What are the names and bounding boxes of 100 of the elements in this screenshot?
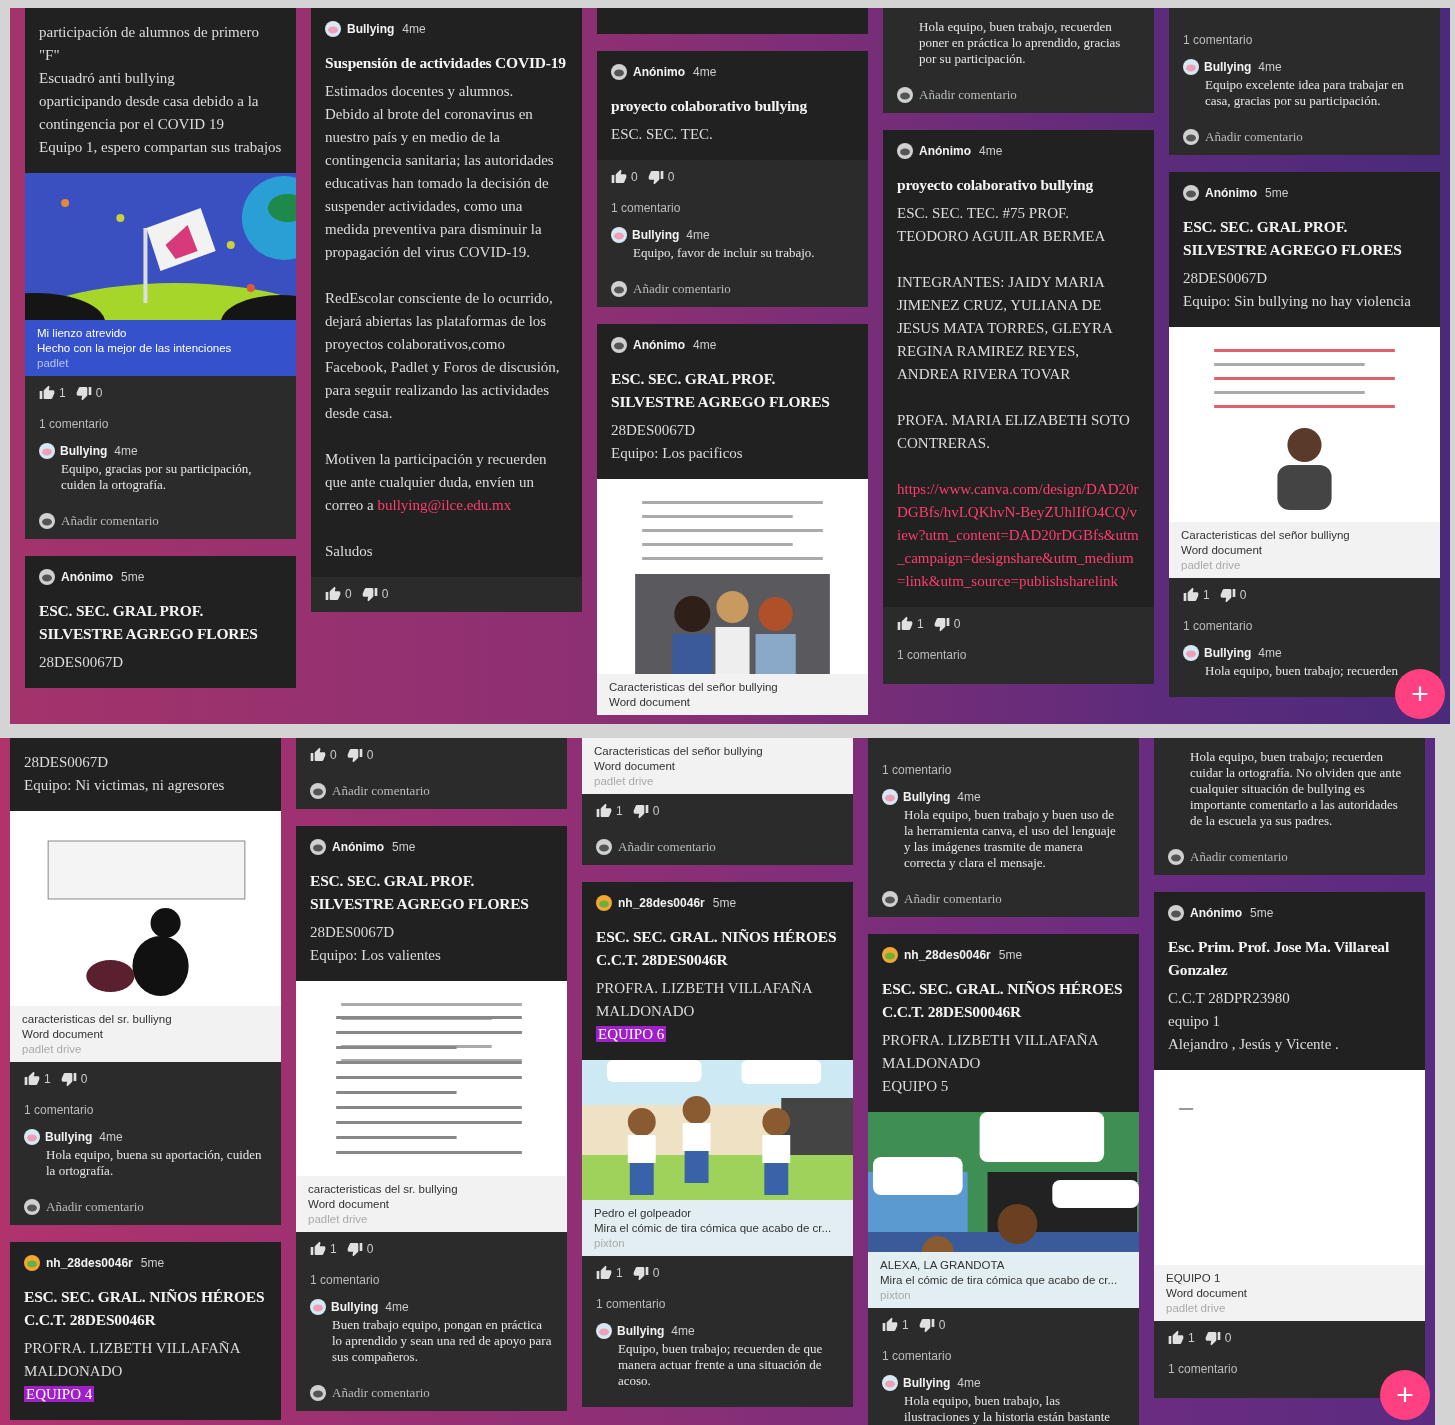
link[interactable]: bullying@ilce.edu.mx xyxy=(377,497,512,513)
post-text: PROFRA. LIZBETH VILLAFAÑA MALDONADO xyxy=(24,1339,241,1381)
dislike-button[interactable]: 0 xyxy=(632,1265,660,1281)
like-button[interactable]: 1 xyxy=(596,1265,623,1281)
add-comment-button[interactable]: Añadir comentario xyxy=(1168,849,1288,865)
add-comment-button[interactable]: Añadir comentario xyxy=(897,87,1017,103)
post-text: 28DES0067D xyxy=(1183,269,1269,288)
comment-time: 4me xyxy=(1258,646,1282,660)
post-time: 5me xyxy=(998,948,1023,962)
author-name: Anónimo xyxy=(61,570,113,584)
thumbs-down-icon xyxy=(933,616,950,632)
post-time: 5me xyxy=(140,1256,165,1270)
comment-text: Hola equipo, buen trabajo; recuerden cuidar la ortografía. No olviden que ante cualquier situación de bullying es importante comentarlo a las autoridades de la escuela ya sus padres. xyxy=(1190,749,1403,829)
comment-text: Hola equipo, buen trabajo y buen uso de la herramienta canva, el uso del lenguaje y las imágenes trasmite de manera correcta y clara el mensaje. xyxy=(904,807,1117,871)
dislike-button[interactable]: 0 xyxy=(346,1241,374,1257)
dislike-button[interactable]: 0 xyxy=(1219,587,1247,603)
comment-time: 4me xyxy=(99,1130,123,1144)
attachment-caption[interactable]: caracteristicas del sr. bulliyng Word document padlet drive xyxy=(10,1006,281,1062)
attachment-caption[interactable]: Pedro el golpeador Mira el cómic de tira cómica que acabo de cr... pixton xyxy=(582,1200,853,1256)
attachment-source: padlet drive xyxy=(594,774,655,789)
post-text: RedEscolar consciente de lo ocurrido, dejará abiertas las plataformas de los proyectos colaborativos,como Facebook, Padlet y Foros de discusión, para seguir realizando las actividades desde casa. xyxy=(325,289,561,423)
add-comment-button[interactable]: Añadir comentario xyxy=(596,839,716,855)
post-text: participación de alumnos de primero xyxy=(39,23,260,42)
thumbs-down-icon xyxy=(346,1241,363,1257)
post-title: ESC. SEC. GRAL. NIÑOS HÉROES C.C.T. 28DES0046R xyxy=(596,927,838,970)
comment-time: 4me xyxy=(686,228,710,242)
author-name: Anónimo xyxy=(1205,186,1257,200)
post-time: 4me xyxy=(979,144,1003,158)
attachment-subtitle: Word document xyxy=(1166,1286,1248,1301)
like-button[interactable]: 1 xyxy=(24,1071,51,1087)
attachment-subtitle: Mira el cómic de tira cómica que acabo de cr... xyxy=(594,1221,833,1236)
thumbs-down-icon xyxy=(60,1071,77,1087)
attachment-caption[interactable]: EQUIPO 1 Word document padlet drive xyxy=(1154,1265,1425,1321)
attachment-caption[interactable]: ALEXA, LA GRANDOTA Mira el cómic de tira cómica que acabo de cr... pixton xyxy=(868,1252,1139,1308)
like-button[interactable]: 1 xyxy=(596,803,623,819)
thumbs-up-icon xyxy=(310,747,326,763)
add-comment-button[interactable]: Añadir comentario xyxy=(39,513,159,529)
thumbs-up-icon xyxy=(596,1265,612,1281)
add-comment-button[interactable]: Añadir comentario xyxy=(310,1385,430,1401)
dislike-button[interactable]: 0 xyxy=(60,1071,88,1087)
attachment-title: Caracteristicas del señor bullying xyxy=(609,680,779,695)
like-button[interactable]: 0 xyxy=(611,169,638,185)
thumbs-up-icon xyxy=(24,1071,40,1087)
attachment-source: padlet drive xyxy=(22,1042,83,1057)
like-button[interactable]: 1 xyxy=(310,1241,337,1257)
avatar-icon xyxy=(1168,849,1184,865)
thumbs-down-icon xyxy=(346,747,363,763)
post-time: 4me xyxy=(693,65,717,79)
author-name: nh_28des0046r xyxy=(46,1256,133,1270)
thumbs-up-icon xyxy=(310,1241,326,1257)
author-name: Anónimo xyxy=(1190,906,1242,920)
comment-count: 1 comentario xyxy=(1183,619,1253,633)
avatar-icon xyxy=(310,783,326,799)
dislike-button[interactable]: 0 xyxy=(75,385,103,401)
dislike-button[interactable]: 0 xyxy=(361,586,389,602)
like-button[interactable]: 1 xyxy=(882,1317,909,1333)
dislike-button[interactable]: 0 xyxy=(918,1317,946,1333)
add-comment-button[interactable]: Añadir comentario xyxy=(1183,129,1303,145)
attachment-title: Caracteristicas del señor bullying xyxy=(594,744,764,759)
attachment-caption[interactable]: Caracteristicas del señor bulliyng Word document padlet drive xyxy=(1169,522,1440,578)
dislike-button[interactable]: 0 xyxy=(1204,1330,1232,1346)
thumbs-up-icon xyxy=(39,385,55,401)
comment-time: 4me xyxy=(671,1324,695,1338)
attachment-title: Pedro el golpeador xyxy=(594,1206,693,1221)
dislike-button[interactable]: 0 xyxy=(933,616,961,632)
author-name: Anónimo xyxy=(919,144,971,158)
add-comment-button[interactable]: Añadir comentario xyxy=(310,783,430,799)
add-comment-button[interactable]: Añadir comentario xyxy=(882,891,1002,907)
comment-text: Hola equipo, buena su aportación, cuiden la ortografía. xyxy=(46,1147,263,1179)
post-text: Estimados docentes y alumnos. xyxy=(325,82,515,101)
comment-time: 4me xyxy=(114,444,138,458)
like-button[interactable]: 1 xyxy=(1168,1330,1195,1346)
post-title: Esc. Prim. Prof. Jose Ma. Villareal Gonzalez xyxy=(1168,937,1390,980)
comment-time: 4me xyxy=(385,1300,409,1314)
dislike-button[interactable]: 0 xyxy=(346,747,374,763)
comment-author: Bullying xyxy=(1204,60,1252,74)
author-name: Anónimo xyxy=(633,65,685,79)
author-name: nh_28des0046r xyxy=(904,948,991,962)
link[interactable]: https://www.canva.com/design/DAD20rDGBfs/hvLQKhvN-BeyZUhlIfO4CQ/view?utm_content=DAD20rDGBfs&utm_campaign=designshare&utm_medium=link&utm_source=publishsharelink xyxy=(897,478,1140,593)
thumbs-up-icon xyxy=(882,1317,898,1333)
like-button[interactable]: 0 xyxy=(310,747,337,763)
author-name: Bullying xyxy=(347,22,395,36)
add-comment-button[interactable]: Añadir comentario xyxy=(611,281,731,297)
attachment-caption[interactable]: Mi lienzo atrevido Hecho con la mejor de las intenciones padlet xyxy=(25,320,296,376)
like-button[interactable]: 0 xyxy=(325,586,352,602)
attachment-subtitle: Word document xyxy=(22,1027,104,1042)
attachment-caption[interactable]: Caracteristicas del señor bullying Word document padlet drive xyxy=(582,738,853,794)
like-button[interactable]: 1 xyxy=(897,616,924,632)
dislike-button[interactable]: 0 xyxy=(647,169,675,185)
attachment-caption[interactable]: Caracteristicas del señor bullying Word document xyxy=(597,674,868,715)
attachment-subtitle: Word document xyxy=(594,759,676,774)
like-button[interactable]: 1 xyxy=(1183,587,1210,603)
attachment-caption[interactable]: caracteristicas del sr. bullying Word document padlet drive xyxy=(296,1176,567,1232)
add-comment-button[interactable]: Añadir comentario xyxy=(24,1199,144,1215)
attachment-source: padlet drive xyxy=(1181,558,1242,573)
post-text: 28DES0067D xyxy=(310,923,396,942)
like-button[interactable]: 1 xyxy=(39,385,66,401)
dislike-button[interactable]: 0 xyxy=(632,803,660,819)
comment-author: Bullying xyxy=(632,228,680,242)
post-text: PROFA. MARIA ELIZABETH SOTO CONTRERAS. xyxy=(897,411,1131,453)
